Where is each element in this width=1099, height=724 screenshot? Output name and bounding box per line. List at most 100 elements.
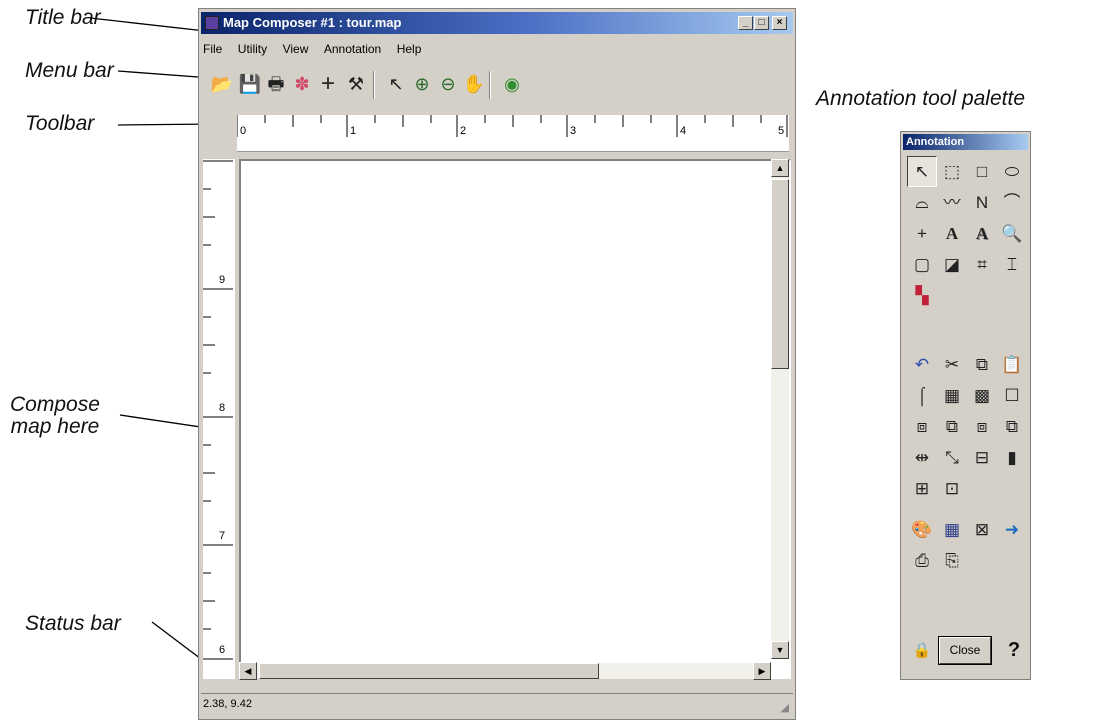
menu-annotation[interactable]: Annotation: [324, 39, 381, 59]
menu-view[interactable]: View: [283, 39, 309, 59]
lock-icon[interactable]: 🔒: [911, 640, 933, 662]
horizontal-scrollbar[interactable]: ◀ ▶: [239, 662, 771, 680]
curve-tool-icon[interactable]: Ν: [967, 187, 997, 218]
vertical-ruler-ticks: [203, 160, 233, 660]
title-bar[interactable]: Map Composer #1 : tour.map _ □ ×: [201, 12, 793, 34]
reshape-icon[interactable]: ⌠: [907, 380, 937, 411]
ruler-label: 2: [460, 125, 467, 137]
polyline-tool-icon[interactable]: 〰: [937, 187, 967, 218]
vertical-ruler: 9 8 7 6: [203, 159, 235, 679]
app-icon: [205, 16, 219, 30]
frame-tool-icon[interactable]: ▢: [907, 249, 937, 280]
distribute-vertical-icon[interactable]: ⊡: [937, 473, 967, 504]
vertical-scrollbar[interactable]: ▲ ▼: [771, 159, 789, 659]
ruler-label: 1: [350, 125, 357, 137]
zoom-out-icon[interactable]: ⊖: [437, 73, 459, 95]
text-box-tool-icon[interactable]: A: [967, 218, 997, 249]
color-palette-icon[interactable]: 🎨: [907, 514, 937, 545]
pan-hand-icon[interactable]: ✋: [463, 73, 485, 95]
undo-icon[interactable]: ↶: [907, 349, 937, 380]
crosshair-icon[interactable]: +: [317, 72, 339, 96]
align-horizontal-icon[interactable]: ⇹: [907, 442, 937, 473]
status-bar: 2.38, 9.42 ◢: [201, 693, 793, 716]
menu-utility[interactable]: Utility: [238, 39, 267, 59]
toolbar-separator: [373, 71, 375, 99]
cut-icon[interactable]: ✂: [937, 349, 967, 380]
hammer-icon[interactable]: ⚒: [345, 73, 367, 95]
minimize-button[interactable]: _: [738, 16, 753, 30]
magnifier-tool-icon[interactable]: 🔍: [997, 218, 1027, 249]
ellipse-tool-icon[interactable]: ⬭: [997, 156, 1027, 187]
menu-bar: File Utility View Annotation Help: [203, 39, 793, 59]
polygon-tool-icon[interactable]: ⌓: [907, 187, 937, 218]
arc-tool-icon[interactable]: ⌒: [997, 187, 1027, 218]
refresh-icon[interactable]: ◉: [501, 73, 523, 95]
distribute-horizontal-icon[interactable]: ⊞: [907, 473, 937, 504]
text-tool-icon[interactable]: A: [937, 218, 967, 249]
bring-to-front-icon[interactable]: ⧈: [907, 411, 937, 442]
map-composer-window: Map Composer #1 : tour.map _ □ × File Ut…: [198, 8, 796, 720]
scale-bar-tool-icon[interactable]: ⌶: [997, 249, 1027, 280]
bring-forward-icon[interactable]: ⧈: [967, 411, 997, 442]
toolbar: 📂 💾 🖶 ✽ + ⚒ ↖ ⊕ ⊖ ✋ ◉: [201, 69, 791, 101]
horizontal-scroll-thumb[interactable]: [259, 663, 599, 679]
maximize-button[interactable]: □: [754, 16, 769, 30]
select-arrow-icon[interactable]: ↖: [385, 73, 407, 95]
menu-help[interactable]: Help: [397, 39, 422, 59]
save-icon[interactable]: 💾: [239, 73, 261, 95]
vertical-scroll-thumb[interactable]: [771, 179, 789, 369]
scroll-down-button[interactable]: ▼: [771, 641, 789, 659]
map-canvas[interactable]: [239, 159, 791, 679]
annotation-palette: Annotation ↖ ⬚ □ ⬭ ⌓ 〰 Ν ⌒ + A A 🔍 ▢ ◪ ⌗…: [900, 131, 1031, 680]
ungroup-icon[interactable]: ▩: [967, 380, 997, 411]
callout-status-bar: Status bar: [25, 612, 121, 635]
rectangle-tool-icon[interactable]: □: [967, 156, 997, 187]
callout-compose-line2: map here: [10, 415, 100, 438]
send-to-back-icon[interactable]: ⧉: [937, 411, 967, 442]
select-tool-icon[interactable]: ↖: [907, 156, 937, 187]
resize-grip-icon[interactable]: ◢: [781, 701, 789, 714]
close-palette-button[interactable]: Close: [938, 636, 992, 665]
align-left-icon[interactable]: ⊟: [967, 442, 997, 473]
properties-icon[interactable]: ⊠: [967, 514, 997, 545]
legend-tool-icon[interactable]: ▚: [907, 280, 937, 311]
scroll-left-button[interactable]: ◀: [239, 662, 257, 680]
copy-icon[interactable]: ⧉: [967, 349, 997, 380]
grid-tool-icon[interactable]: ⌗: [967, 249, 997, 280]
callout-menu-bar: Menu bar: [25, 59, 114, 82]
style-save-icon[interactable]: ⎙: [907, 545, 937, 576]
window-title: Map Composer #1 : tour.map: [223, 15, 402, 30]
image-frame-tool-icon[interactable]: ◪: [937, 249, 967, 280]
open-icon[interactable]: 📂: [211, 73, 233, 95]
paste-icon[interactable]: 📋: [997, 349, 1027, 380]
scroll-right-button[interactable]: ▶: [753, 662, 771, 680]
callout-toolbar: Toolbar: [25, 112, 95, 135]
ruler-label: 3: [570, 125, 577, 137]
layer-icon[interactable]: ✽: [291, 73, 313, 95]
export-icon[interactable]: ➜: [997, 514, 1027, 545]
callout-title-bar: Title bar: [25, 6, 101, 29]
table-icon[interactable]: ▦: [937, 514, 967, 545]
palette-grid-properties: 🎨 ▦ ⊠ ➜ ⎙ ⎘: [907, 514, 1027, 576]
bounding-box-icon[interactable]: ☐: [997, 380, 1027, 411]
align-bottom-icon[interactable]: ▮: [997, 442, 1027, 473]
style-load-icon[interactable]: ⎘: [937, 545, 967, 576]
dashed-rectangle-tool-icon[interactable]: ⬚: [937, 156, 967, 187]
scroll-up-button[interactable]: ▲: [771, 159, 789, 177]
menu-file[interactable]: File: [203, 39, 222, 59]
status-coordinates: 2.38, 9.42: [203, 698, 252, 710]
point-tool-icon[interactable]: +: [907, 218, 937, 249]
help-icon[interactable]: ?: [1003, 637, 1025, 663]
ruler-label: 5: [778, 125, 785, 137]
print-icon[interactable]: 🖶: [265, 73, 287, 95]
ruler-label: 7: [219, 530, 226, 542]
group-icon[interactable]: ▦: [937, 380, 967, 411]
zoom-in-icon[interactable]: ⊕: [411, 73, 433, 95]
send-backward-icon[interactable]: ⧉: [997, 411, 1027, 442]
palette-title[interactable]: Annotation: [903, 134, 1028, 150]
palette-grid-drawing: ↖ ⬚ □ ⬭ ⌓ 〰 Ν ⌒ + A A 🔍 ▢ ◪ ⌗ ⌶ ▚: [907, 156, 1027, 311]
ruler-label: 4: [680, 125, 687, 137]
close-button[interactable]: ×: [772, 16, 787, 30]
toolbar-separator: [489, 71, 491, 99]
align-diagonal-icon[interactable]: ⤡: [937, 442, 967, 473]
